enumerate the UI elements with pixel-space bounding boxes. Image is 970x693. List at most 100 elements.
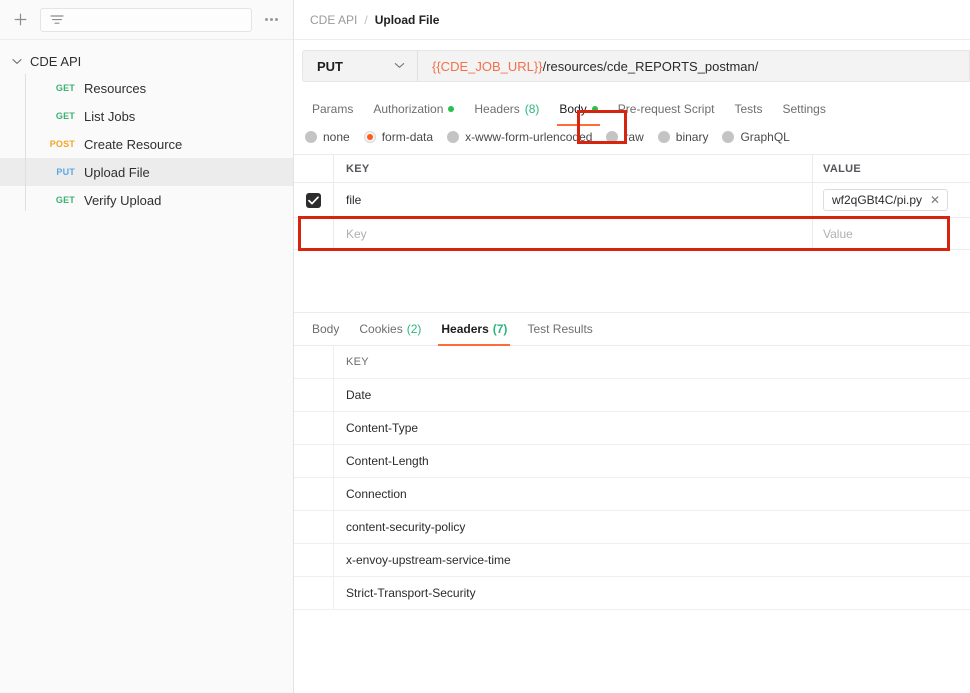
postman-window: CDE API GET Resources GET List Jobs POST… (0, 0, 970, 693)
row-key-input[interactable]: file (334, 183, 813, 217)
radio-icon[interactable] (305, 131, 317, 143)
response-header-row: Date (294, 379, 970, 412)
body-mode-label: GraphQL (740, 130, 790, 144)
tab-label: Headers (441, 322, 489, 336)
header-key: content-security-policy (346, 520, 466, 534)
tab-label: Pre-request Script (617, 102, 715, 116)
body-mode-form-data[interactable]: form-data (363, 130, 434, 144)
sidebar: CDE API GET Resources GET List Jobs POST… (0, 0, 294, 693)
new-row-value-input[interactable]: Value (813, 218, 970, 249)
response-headers-table: KEY Date Content-Type Content-Length Con… (294, 346, 970, 610)
new-item-button[interactable] (8, 8, 32, 32)
radio-icon[interactable] (657, 131, 670, 143)
request-name: Create Resource (84, 136, 183, 152)
tab-tests[interactable]: Tests (724, 92, 772, 126)
checkbox-checked-icon[interactable] (306, 192, 321, 208)
sidebar-item-upload-file[interactable]: PUT Upload File (0, 158, 293, 186)
filter-icon (50, 14, 64, 26)
request-method-badge: GET (55, 111, 75, 121)
gutter-cell (294, 412, 334, 444)
tab-badge: (7) (492, 322, 508, 336)
body-mode-x-www-form-urlencoded[interactable]: x-www-form-urlencoded (447, 130, 592, 144)
remove-file-icon[interactable]: ✕ (930, 194, 940, 206)
body-mode-label: binary (675, 130, 709, 144)
row-checkbox-cell (294, 183, 334, 217)
column-header-value: VALUE (823, 162, 861, 175)
body-mode-none[interactable]: none (305, 130, 350, 144)
sidebar-item-list-jobs[interactable]: GET List Jobs (0, 102, 293, 130)
tab-body[interactable]: Body (549, 92, 607, 126)
body-mode-label: raw (624, 130, 644, 144)
response-tab-test-results[interactable]: Test Results (517, 313, 602, 346)
request-name: List Jobs (84, 108, 136, 124)
search-input[interactable] (40, 7, 252, 32)
form-data-table: KEY VALUE file wf2qGBt4C/pi.py ✕ Key Val… (294, 154, 970, 250)
response-tab-cookies[interactable]: Cookies (2) (349, 313, 431, 346)
row-value-cell: wf2qGBt4C/pi.py ✕ (813, 183, 970, 217)
status-dot-icon (591, 106, 598, 112)
tab-label: Authorization (373, 102, 444, 116)
collection-children: GET Resources GET List Jobs POST Create … (0, 74, 293, 214)
breadcrumb-current: Upload File (374, 12, 440, 27)
breadcrumb-separator: / (364, 12, 368, 27)
request-method-badge: POST (49, 139, 75, 149)
response-tab-body[interactable]: Body (302, 313, 349, 346)
response-header-row: content-security-policy (294, 511, 970, 544)
url-input[interactable]: {{CDE_JOB_URL}}/resources/cde_REPORTS_po… (417, 50, 970, 82)
body-mode-raw[interactable]: raw (606, 130, 644, 144)
http-method-select[interactable]: PUT (302, 50, 417, 82)
body-mode-binary[interactable]: binary (657, 130, 709, 144)
header-key: Connection (346, 487, 407, 501)
tab-label: Body (312, 322, 340, 336)
response-header-row: Strict-Transport-Security (294, 577, 970, 610)
main-panel: CDE API / Upload File PUT {{CDE_JOB_URL}… (294, 0, 970, 693)
response-header-row: Connection (294, 478, 970, 511)
radio-icon[interactable] (722, 131, 735, 143)
response-tab-headers[interactable]: Headers (7) (431, 313, 517, 346)
gutter-cell (294, 544, 334, 576)
request-name: Upload File (84, 164, 150, 180)
radio-icon[interactable] (606, 131, 619, 143)
body-mode-graphql[interactable]: GraphQL (722, 130, 790, 144)
response-header-row: x-envoy-upstream-service-time (294, 544, 970, 577)
sidebar-item-create-resource[interactable]: POST Create Resource (0, 130, 293, 158)
response-header-row: Content-Length (294, 445, 970, 478)
breadcrumb-collection[interactable]: CDE API (310, 13, 357, 27)
response-header-row: Content-Type (294, 412, 970, 445)
tab-pre-request-script[interactable]: Pre-request Script (608, 92, 725, 126)
table-row-new[interactable]: Key Value (294, 218, 970, 250)
request-method-badge: GET (55, 195, 75, 205)
tab-label: Settings (782, 102, 826, 116)
request-method-badge: PUT (56, 167, 75, 177)
sidebar-item-verify-upload[interactable]: GET Verify Upload (0, 186, 293, 214)
file-name: wf2qGBt4C/pi.py (832, 193, 923, 207)
radio-selected-icon[interactable] (363, 131, 376, 143)
sidebar-more-options-icon[interactable] (260, 9, 282, 31)
header-key: Strict-Transport-Security (346, 586, 476, 600)
header-checkbox-cell (294, 155, 334, 182)
breadcrumb: CDE API / Upload File (294, 0, 970, 40)
response-tabs: Body Cookies (2) Headers (7) Test Result… (294, 313, 970, 346)
collection-name: CDE API (30, 53, 82, 69)
request-name: Verify Upload (84, 192, 162, 208)
tab-label: Headers (474, 102, 520, 116)
request-name: Resources (84, 80, 147, 96)
url-variable-token: {{CDE_JOB_URL}} (432, 58, 543, 74)
radio-icon[interactable] (447, 131, 460, 143)
body-mode-label: form-data (381, 130, 434, 144)
request-method-badge: GET (55, 83, 75, 93)
request-tabs: Params Authorization Headers (8) Body Pr… (294, 92, 970, 126)
tab-headers[interactable]: Headers (8) (464, 92, 549, 126)
tab-authorization[interactable]: Authorization (363, 92, 464, 126)
file-chip[interactable]: wf2qGBt4C/pi.py ✕ (823, 189, 949, 211)
tab-params[interactable]: Params (302, 92, 363, 126)
form-table-empty-space (294, 250, 970, 312)
sidebar-item-resources[interactable]: GET Resources (0, 74, 293, 102)
collection-row-cde-api[interactable]: CDE API (0, 48, 293, 74)
sidebar-toolbar (0, 0, 293, 40)
collection-tree: CDE API GET Resources GET List Jobs POST… (0, 40, 293, 214)
tab-label: Tests (734, 102, 763, 116)
table-row[interactable]: file wf2qGBt4C/pi.py ✕ (294, 183, 970, 218)
tab-settings[interactable]: Settings (773, 92, 836, 126)
new-row-key-input[interactable]: Key (334, 218, 813, 249)
